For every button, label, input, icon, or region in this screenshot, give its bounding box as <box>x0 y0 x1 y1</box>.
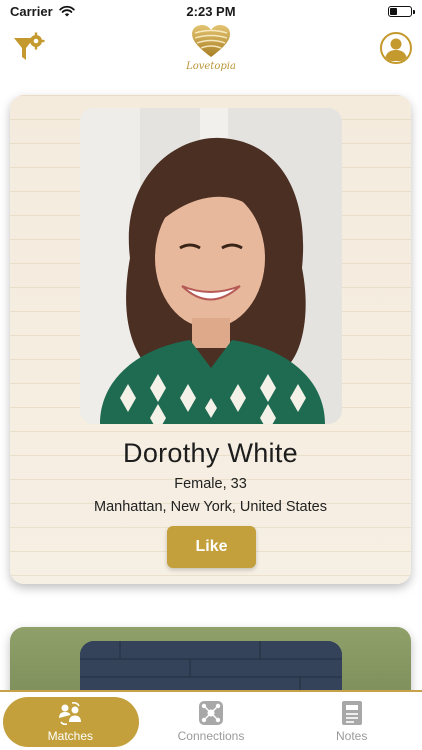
carrier-label: Carrier <box>10 3 53 19</box>
like-button[interactable]: Like <box>167 526 256 568</box>
tab-matches[interactable]: Matches <box>0 692 141 750</box>
profile-gender-age: Female, 33 <box>174 476 247 492</box>
heart-logo-icon <box>192 25 230 57</box>
profile-location: Manhattan, New York, United States <box>94 499 327 515</box>
wifi-icon <box>58 5 75 17</box>
profile-name: Dorothy White <box>123 438 298 468</box>
notes-icon <box>341 700 362 725</box>
app-header: Lovetopia <box>0 24 422 80</box>
tab-notes-label: Notes <box>336 728 368 743</box>
match-card[interactable]: Dorothy White Female, 33 Manhattan, New … <box>10 95 411 584</box>
connections-icon <box>199 700 223 725</box>
profile-button[interactable] <box>380 32 412 64</box>
bottom-tab-bar: Matches Connections Notes <box>0 690 422 750</box>
matches-icon <box>59 701 82 725</box>
tab-connections[interactable]: Connections <box>141 692 282 750</box>
tab-connections-label: Connections <box>177 728 245 743</box>
tab-matches-label: Matches <box>47 728 94 743</box>
filter-settings-button[interactable] <box>12 32 46 66</box>
user-profile-icon <box>385 38 407 61</box>
tab-notes[interactable]: Notes <box>281 692 422 750</box>
logo-text: Lovetopia <box>186 61 236 72</box>
filter-gear-icon <box>14 32 45 60</box>
person-photo-illustration <box>80 108 342 424</box>
status-time: 2:23 PM <box>186 3 236 19</box>
battery-icon <box>388 5 415 17</box>
profile-photo <box>80 108 342 424</box>
status-bar: Carrier 2:23 PM <box>0 0 422 22</box>
carrier-group: Carrier <box>10 4 75 19</box>
app-logo: Lovetopia <box>186 24 236 72</box>
